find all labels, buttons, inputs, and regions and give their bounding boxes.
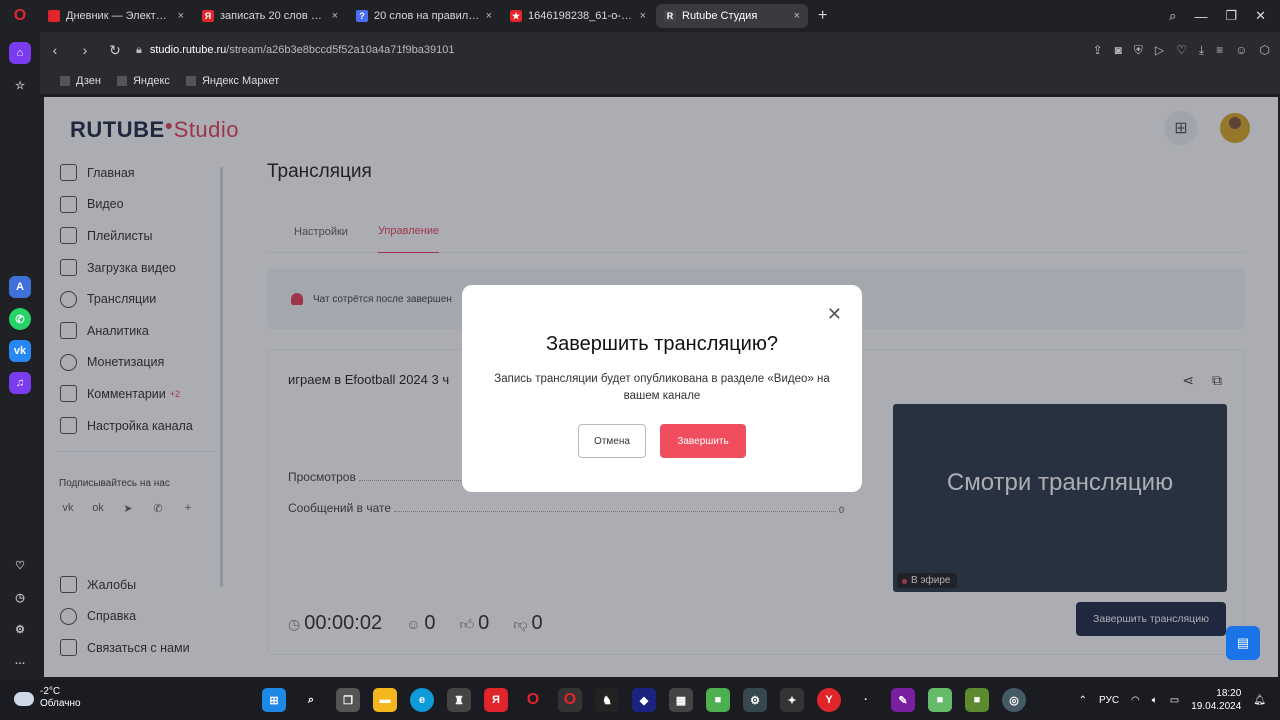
settings-gear-icon[interactable]: ⚙ [743,688,767,712]
yandex-icon[interactable]: Я [484,688,508,712]
confirm-end-button[interactable]: Завершить [660,424,746,458]
taskbar-apps: ⊞ ⌕ ❐ ▬ e ♜ Я O O ♞ ◆ ▦ ■ ⚙ ✦ Y · ✎ ■ ■ … [262,688,1026,712]
camera-icon[interactable]: ◙ [1115,43,1122,57]
whatsapp-icon[interactable]: ✆ [9,308,31,330]
minecraft-icon[interactable]: ■ [928,688,952,712]
app-icon[interactable]: ✦ [780,688,804,712]
maximize-icon[interactable]: ❐ [1225,8,1237,24]
lock-icon: 🔒︎ [136,43,142,56]
browser-tab[interactable]: ★ 1646198238_61-o-tenden × [502,4,654,28]
star-favicon-icon: ★ [510,10,522,22]
task-view-icon[interactable]: ❐ [336,688,360,712]
file-explorer-icon[interactable]: ▬ [373,688,397,712]
heart-icon[interactable]: ♡ [1176,43,1187,57]
dialog-message: Запись трансляции будет опубликована в р… [494,373,830,402]
wifi-icon[interactable]: ◠ [1131,695,1140,706]
search-icon[interactable]: ⌕ [299,688,323,712]
page-viewport: RUTUBE●Studio ⊞ Главная Видео Плейлисты … [44,97,1278,677]
more-icon[interactable]: … [9,650,31,672]
home-dock-icon[interactable]: ⌂ [9,42,31,64]
language-indicator[interactable]: РУС [1099,695,1119,706]
profile-icon[interactable]: ☺ [1235,43,1247,57]
browser-tab[interactable]: ? 20 слов на правило не с × [348,4,500,28]
browser-tab[interactable]: Я записать 20 слов на орф × [194,4,346,28]
cancel-button[interactable]: Отмена [578,424,646,458]
rutube-favicon-icon: R [664,10,676,22]
chat-icon[interactable]: ▤ [1226,626,1260,660]
dialog-buttons: Отмена Завершить [462,424,862,458]
battery-icon[interactable]: ▭ [1170,695,1179,706]
chevron-up-icon[interactable]: ⌃ [1079,695,1087,706]
minimize-icon[interactable]: — [1194,9,1207,24]
opera-logo-icon[interactable]: O [0,0,40,32]
close-icon[interactable]: × [640,10,646,22]
end-stream-dialog: ✕ Завершить трансляцию? Запись трансляци… [462,285,862,492]
diary-favicon-icon [48,10,60,22]
bookmark-item[interactable]: Яндекс Маркет [185,75,279,87]
close-icon[interactable]: × [486,10,492,22]
bookmark-folder-icon [185,76,196,86]
menu-icon[interactable]: ≡ [1216,43,1223,57]
weather-widget[interactable]: -2°C Облачно [14,686,81,710]
music-icon[interactable]: ♫ [9,372,31,394]
close-icon[interactable]: × [178,10,184,22]
close-icon[interactable]: × [332,10,338,22]
bookmark-item[interactable]: Дзен [60,75,101,87]
yandex-browser-icon[interactable]: Y [817,688,841,712]
back-icon[interactable]: ‹ [40,42,70,58]
window-controls: ⌕ — ❐ ✕ [1169,0,1280,32]
address-bar: ‹ › ↻ 🔒︎ studio.rutube.ru/stream/a26b3e8… [40,32,1280,68]
browser-tab-active[interactable]: R Rutube Студия × [656,4,808,28]
settings-gear-icon[interactable]: ⚙ [9,618,31,640]
bookmark-item[interactable]: Яндекс [116,75,170,87]
play-icon[interactable]: ▷ [1155,43,1164,57]
speed-dial-star-icon[interactable]: ☆ [9,74,31,96]
vk-dock-icon[interactable]: vk [9,340,31,362]
bookmarks-bar: Дзен Яндекс Яндекс Маркет [40,68,1280,94]
windows-start-icon[interactable]: ⊞ [262,688,286,712]
system-tray: ⌃ РУС ◠ 🔈︎ ▭ 18:20 19.04.2024 🔔︎ [1079,680,1266,720]
close-window-icon[interactable]: ✕ [1255,8,1266,24]
forward-icon[interactable]: › [70,42,100,58]
shield-icon[interactable]: ⛨ [1134,43,1143,58]
cloud-icon [14,692,34,706]
app-icon[interactable]: ◎ [1002,688,1026,712]
reload-icon[interactable]: ↻ [100,42,130,59]
extensions-icon[interactable]: ⬡ [1260,43,1270,57]
browser-tab[interactable]: Дневник — Электронный × [40,4,192,28]
history-icon[interactable]: ◷ [9,586,31,608]
url-field[interactable]: 🔒︎ studio.rutube.ru/stream/a26b3e8bccd5f… [136,44,454,57]
clock[interactable]: 18:20 19.04.2024 [1191,687,1241,713]
bookmark-folder-icon [116,76,127,86]
bookmark-folder-icon [60,76,70,86]
aria-icon[interactable]: A [9,276,31,298]
minecraft-icon[interactable]: ■ [706,688,730,712]
app-icon[interactable]: ▦ [669,688,693,712]
app-icon[interactable]: · [854,688,878,712]
opera-gx-icon[interactable]: O [558,688,582,712]
address-bar-tools: ⇪ ◙ ⛨ ▷ ♡ ⤓ ≡ ☺ ⬡ [1093,32,1270,68]
search-tabs-icon[interactable]: ⌕ [1169,8,1176,24]
game-icon[interactable]: ♜ [447,688,471,712]
windows-taskbar: -2°C Облачно ⊞ ⌕ ❐ ▬ e ♜ Я O O ♞ ◆ ▦ ■ ⚙ … [0,680,1280,720]
opera-icon[interactable]: O [521,688,545,712]
dialog-title: Завершить трансляцию? [546,333,778,355]
download-icon[interactable]: ⤓ [1199,43,1204,58]
edge-icon[interactable]: e [410,688,434,712]
share-icon[interactable]: ⇪ [1093,43,1103,57]
close-icon[interactable]: ✕ [827,305,842,323]
browser-sidebar: ⌂ ☆ A ✆ vk ♫ ♡ ◷ ⚙ … [0,32,40,680]
steam-icon[interactable]: ♞ [595,688,619,712]
notifications-bell-icon[interactable]: 🔔︎ [1253,695,1266,706]
app-icon[interactable]: ✎ [891,688,915,712]
minecraft-icon[interactable]: ■ [965,688,989,712]
new-tab-button[interactable]: + [810,7,835,25]
close-icon[interactable]: × [794,10,800,22]
yandex-favicon-icon: Я [202,10,214,22]
browser-tabbar: O Дневник — Электронный × Я записать 20 … [0,0,1280,32]
question-favicon-icon: ? [356,10,368,22]
volume-icon[interactable]: 🔈︎ [1152,695,1158,706]
app-icon[interactable]: ◆ [632,688,656,712]
favorites-heart-icon[interactable]: ♡ [9,554,31,576]
